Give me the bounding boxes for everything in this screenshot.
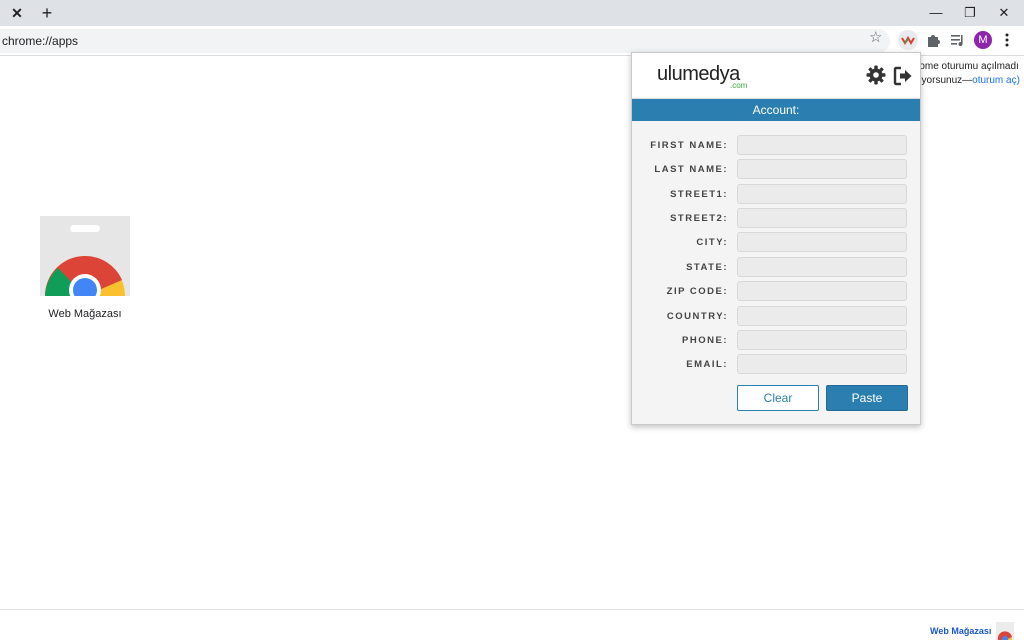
clear-button[interactable]: Clear (737, 385, 819, 411)
app-label[interactable]: Web Mağazası (30, 308, 140, 320)
minimize-button[interactable]: — (921, 4, 951, 22)
street1-label: STREET1: (670, 189, 728, 200)
street2-field[interactable] (737, 208, 907, 228)
paste-button[interactable]: Paste (826, 385, 908, 411)
ulumedya-logo-sub: .com (730, 81, 748, 90)
country-field[interactable] (737, 306, 907, 326)
account-title-bar: Account: (632, 99, 920, 121)
city-field[interactable] (737, 232, 907, 252)
signin-line-2: nyorsunuz—oturum aç) (916, 74, 1024, 88)
last-name-label: LAST NAME: (654, 164, 728, 175)
country-label: COUNTRY: (666, 311, 728, 322)
bottom-bar: Web Mağazası (0, 609, 1024, 641)
web-store-icon[interactable] (996, 622, 1014, 640)
last-name-field[interactable] (737, 159, 907, 179)
url-text[interactable]: chrome://apps (2, 34, 78, 48)
first-name-label: FIRST NAME: (650, 140, 728, 151)
first-name-field[interactable] (737, 135, 907, 155)
extension-popup: ulumedya .com Account: FIRST NAME: LAST … (631, 52, 921, 425)
phone-label: PHONE: (682, 335, 728, 346)
state-label: STATE: (686, 262, 728, 273)
signin-line-2-prefix: nyorsunuz— (916, 75, 973, 86)
restore-button[interactable]: ❐ (955, 4, 985, 22)
email-label: EMAIL: (686, 359, 728, 370)
close-tab-icon[interactable]: ✕ (8, 4, 26, 22)
avatar[interactable]: M (974, 31, 992, 49)
street2-label: STREET2: (670, 213, 728, 224)
signin-line-1: rome oturumu açılmadı (916, 61, 1019, 72)
media-icon[interactable] (947, 30, 967, 50)
address-bar[interactable]: chrome://apps (0, 29, 890, 53)
street1-field[interactable] (737, 184, 907, 204)
email-field[interactable] (737, 354, 907, 374)
star-icon[interactable]: ☆ (869, 28, 882, 46)
ulumedya-logo: ulumedya (657, 63, 740, 85)
puzzle-icon[interactable] (923, 30, 943, 50)
city-label: CITY: (696, 237, 728, 248)
new-tab-button[interactable]: + (37, 3, 57, 23)
logout-icon[interactable] (893, 66, 913, 86)
tab-strip: ✕ + — ❐ ✕ (0, 0, 1024, 26)
gear-icon[interactable] (866, 65, 886, 85)
web-store-app-tile[interactable] (40, 216, 130, 296)
ulumedya-extension-icon[interactable] (898, 30, 918, 50)
popup-header: ulumedya .com (632, 53, 920, 99)
signin-link[interactable]: oturum aç) (972, 75, 1020, 86)
phone-field[interactable] (737, 330, 907, 350)
kebab-menu-icon[interactable] (997, 30, 1017, 50)
web-store-link[interactable]: Web Mağazası (930, 626, 991, 636)
zip-code-field[interactable] (737, 281, 907, 301)
state-field[interactable] (737, 257, 907, 277)
signin-notice: rome oturumu açılmadı nyorsunuz—oturum a… (916, 60, 1024, 88)
close-window-button[interactable]: ✕ (989, 4, 1019, 22)
zip-code-label: ZIP CODE: (666, 286, 728, 297)
